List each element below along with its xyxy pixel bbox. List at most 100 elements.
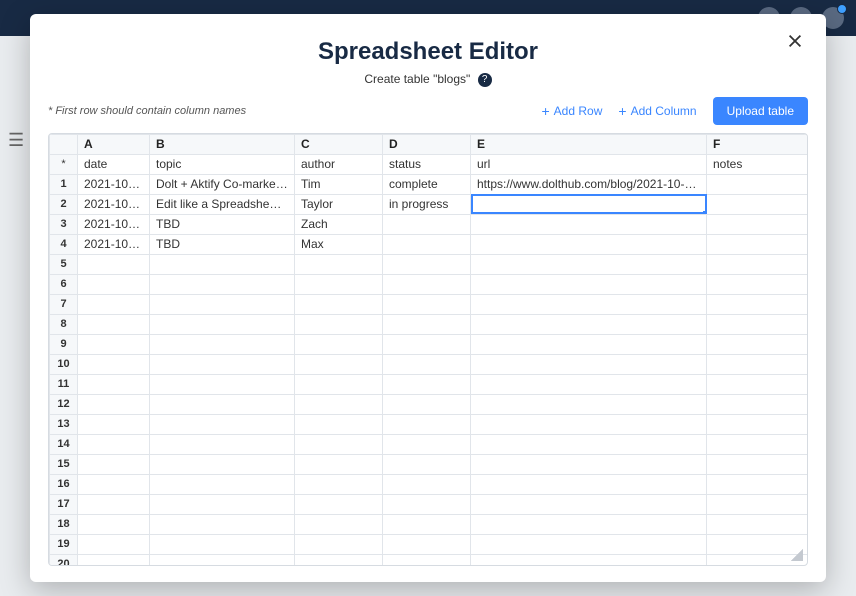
cell[interactable] xyxy=(471,214,707,234)
cell[interactable] xyxy=(707,194,809,214)
header-cell[interactable]: author xyxy=(295,154,383,174)
cell[interactable] xyxy=(707,394,809,414)
column-header-E[interactable]: E xyxy=(471,134,707,154)
cell[interactable] xyxy=(150,514,295,534)
row-header[interactable]: 20 xyxy=(50,554,78,566)
cell[interactable] xyxy=(295,374,383,394)
cell[interactable]: Tim xyxy=(295,174,383,194)
cell[interactable] xyxy=(471,354,707,374)
cell[interactable] xyxy=(295,274,383,294)
cell[interactable] xyxy=(295,414,383,434)
cell[interactable] xyxy=(383,274,471,294)
row-header[interactable]: 7 xyxy=(50,294,78,314)
row-header[interactable]: 12 xyxy=(50,394,78,414)
cell[interactable] xyxy=(78,274,150,294)
cell[interactable] xyxy=(471,434,707,454)
cell[interactable]: 2021-10-08 xyxy=(78,234,150,254)
cell[interactable] xyxy=(471,454,707,474)
cell[interactable] xyxy=(295,314,383,334)
cell[interactable] xyxy=(707,494,809,514)
cell[interactable] xyxy=(78,514,150,534)
cell[interactable] xyxy=(150,534,295,554)
cell[interactable]: https://www.dolthub.com/blog/2021-10-01-… xyxy=(471,174,707,194)
cell[interactable] xyxy=(707,274,809,294)
cell[interactable] xyxy=(383,374,471,394)
cell[interactable] xyxy=(383,314,471,334)
row-header[interactable]: 15 xyxy=(50,454,78,474)
cell[interactable] xyxy=(707,454,809,474)
cell[interactable]: 2021-10-04 xyxy=(78,194,150,214)
header-cell[interactable]: date xyxy=(78,154,150,174)
cell[interactable] xyxy=(150,334,295,354)
cell[interactable] xyxy=(383,434,471,454)
cell[interactable] xyxy=(78,394,150,414)
cell[interactable] xyxy=(78,474,150,494)
column-header-F[interactable]: F xyxy=(707,134,809,154)
cell[interactable] xyxy=(471,334,707,354)
cell[interactable] xyxy=(295,354,383,374)
row-header[interactable]: 19 xyxy=(50,534,78,554)
cell[interactable] xyxy=(471,294,707,314)
cell[interactable] xyxy=(383,474,471,494)
cell[interactable] xyxy=(78,254,150,274)
cell[interactable] xyxy=(471,314,707,334)
cell[interactable] xyxy=(78,354,150,374)
cell[interactable] xyxy=(707,294,809,314)
cell[interactable] xyxy=(383,494,471,514)
add-row-button[interactable]: + Add Row xyxy=(541,104,602,118)
cell[interactable] xyxy=(150,394,295,414)
row-header[interactable]: 14 xyxy=(50,434,78,454)
cell[interactable] xyxy=(383,214,471,234)
cell[interactable]: in progress xyxy=(383,194,471,214)
cell[interactable]: Dolt + Aktify Co-marketing xyxy=(150,174,295,194)
row-header[interactable]: 8 xyxy=(50,314,78,334)
cell[interactable]: Taylor xyxy=(295,194,383,214)
cell[interactable] xyxy=(471,534,707,554)
cell[interactable]: Zach xyxy=(295,214,383,234)
cell[interactable] xyxy=(150,454,295,474)
row-header[interactable]: 1 xyxy=(50,174,78,194)
row-header[interactable]: 5 xyxy=(50,254,78,274)
cell[interactable]: Edit like a Spreadsheet V1 xyxy=(150,194,295,214)
cell[interactable] xyxy=(150,314,295,334)
cell[interactable] xyxy=(78,534,150,554)
cell[interactable] xyxy=(383,554,471,566)
cell[interactable] xyxy=(471,394,707,414)
column-header-B[interactable]: B xyxy=(150,134,295,154)
cell[interactable] xyxy=(150,274,295,294)
cell[interactable] xyxy=(78,294,150,314)
cell[interactable] xyxy=(383,394,471,414)
row-header[interactable]: 10 xyxy=(50,354,78,374)
row-header[interactable]: 13 xyxy=(50,414,78,434)
row-header[interactable]: 6 xyxy=(50,274,78,294)
cell[interactable] xyxy=(295,534,383,554)
cell[interactable] xyxy=(150,294,295,314)
cell[interactable] xyxy=(383,254,471,274)
cell[interactable] xyxy=(471,554,707,566)
cell[interactable]: 2021-10-06 xyxy=(78,214,150,234)
cell[interactable]: TBD xyxy=(150,214,295,234)
cell[interactable] xyxy=(78,434,150,454)
upload-table-button[interactable]: Upload table xyxy=(713,97,808,125)
cell[interactable]: Max xyxy=(295,234,383,254)
cell[interactable] xyxy=(150,554,295,566)
cell[interactable] xyxy=(295,254,383,274)
cell[interactable] xyxy=(383,534,471,554)
help-icon[interactable]: ? xyxy=(478,73,492,87)
cell[interactable] xyxy=(383,294,471,314)
cell[interactable] xyxy=(78,494,150,514)
cell[interactable] xyxy=(295,454,383,474)
cell[interactable] xyxy=(150,434,295,454)
cell[interactable]: 2021-10-01 xyxy=(78,174,150,194)
cell[interactable] xyxy=(150,374,295,394)
close-button[interactable] xyxy=(786,32,804,55)
row-header[interactable]: 11 xyxy=(50,374,78,394)
cell[interactable] xyxy=(707,514,809,534)
add-column-button[interactable]: + Add Column xyxy=(618,104,696,118)
cell[interactable] xyxy=(707,234,809,254)
cell[interactable] xyxy=(150,494,295,514)
column-header-C[interactable]: C xyxy=(295,134,383,154)
cell[interactable] xyxy=(78,454,150,474)
cell[interactable] xyxy=(707,474,809,494)
cell[interactable] xyxy=(383,454,471,474)
